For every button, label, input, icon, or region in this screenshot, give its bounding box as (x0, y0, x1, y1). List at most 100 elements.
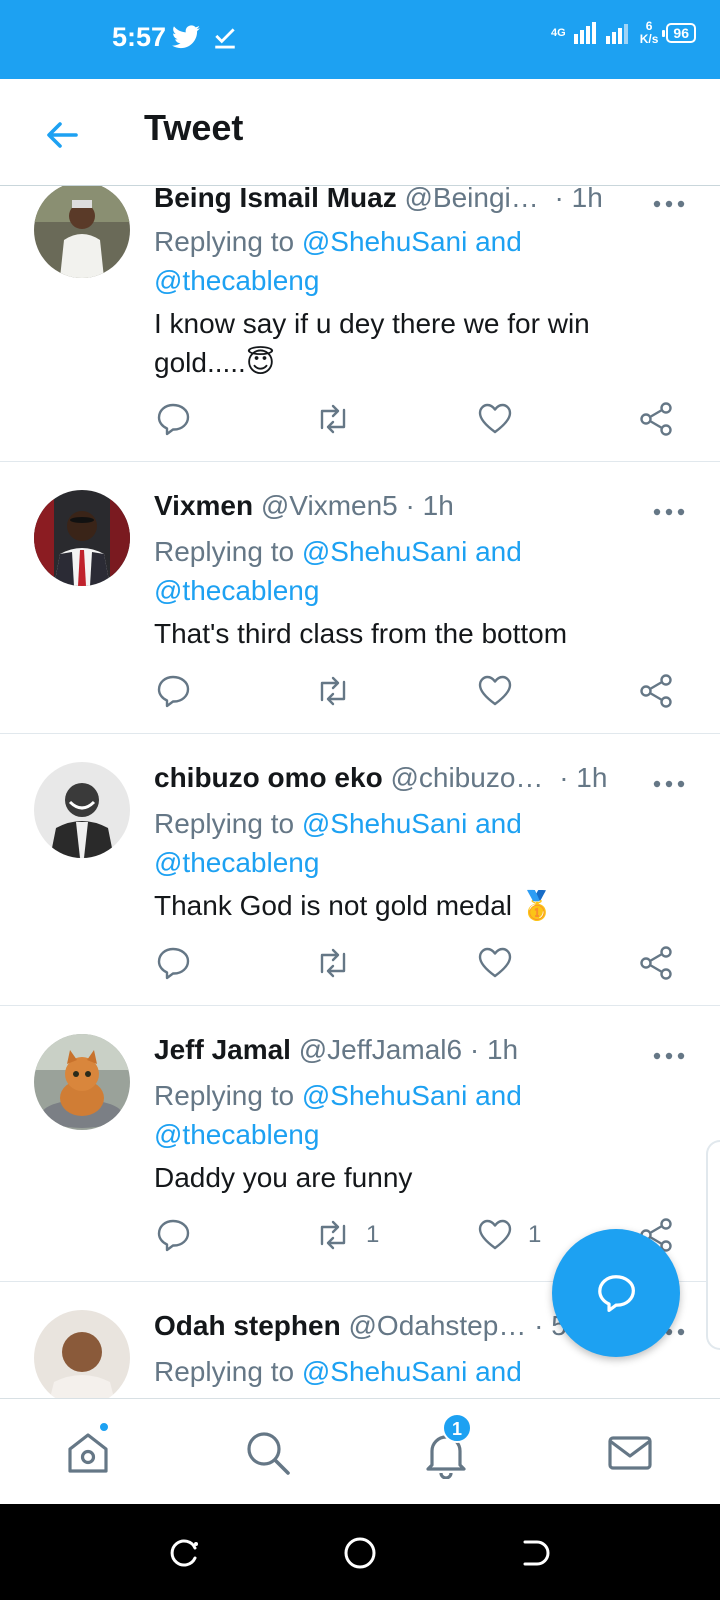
reply-button[interactable] (154, 400, 192, 438)
avatar[interactable] (34, 490, 130, 586)
download-done-icon (215, 28, 235, 49)
avatar[interactable] (34, 1310, 130, 1398)
compose-reply-icon (598, 1275, 635, 1312)
mention-link[interactable]: @thecableng (154, 265, 319, 296)
user-handle[interactable]: @Vixmen5 (261, 490, 398, 521)
share-button[interactable] (638, 400, 676, 438)
like-button[interactable]: 1 (476, 1216, 541, 1254)
twitter-bird-icon (172, 25, 200, 49)
tweet-actions (0, 672, 720, 716)
like-button[interactable] (476, 672, 514, 710)
retweet-count: 1 (366, 1221, 380, 1248)
display-name[interactable]: Vixmen (154, 490, 253, 521)
more-icon[interactable] (652, 194, 686, 214)
mention-link[interactable]: @ShehuSani and (302, 536, 522, 567)
like-button[interactable] (476, 400, 514, 438)
nav-notifications[interactable]: 1 (420, 1413, 472, 1480)
retweet-button[interactable] (314, 672, 352, 710)
share-icon (640, 674, 672, 708)
reply-icon (157, 1219, 190, 1252)
mention-link[interactable]: @ShehuSani and (302, 226, 522, 257)
search-icon (247, 1432, 290, 1475)
retweet-button[interactable] (314, 400, 352, 438)
display-name[interactable]: Jeff Jamal (154, 1034, 291, 1065)
like-icon (478, 1219, 512, 1250)
avatar[interactable] (34, 186, 130, 278)
tweet-item[interactable]: chibuzo omo eko @chibuzo… · 1h Replying … (0, 734, 720, 1006)
emoji: 🥇 (519, 890, 555, 921)
avatar[interactable] (34, 1034, 130, 1130)
user-handle[interactable]: @JeffJamal6 (299, 1034, 462, 1065)
mention-link[interactable]: @ShehuSani and (302, 1356, 522, 1387)
tweet-actions (0, 944, 720, 988)
more-icon[interactable] (652, 774, 686, 794)
display-name[interactable]: Being Ismail Muaz (154, 186, 397, 213)
share-icon (640, 402, 672, 436)
like-button[interactable] (476, 944, 514, 982)
messages-icon (608, 1436, 652, 1470)
notifications-badge: 1 (442, 1413, 472, 1443)
tweet-text: I know say if u dey there we for win gol… (154, 308, 590, 378)
reply-icon (157, 403, 190, 436)
nav-messages[interactable] (604, 1427, 656, 1479)
tweet-item[interactable]: Being Ismail Muaz @Beingi… · 1h Replying… (0, 186, 720, 462)
mention-link[interactable]: @thecableng (154, 847, 319, 878)
edge-panel-handle[interactable] (706, 1140, 720, 1350)
more-icon[interactable] (652, 502, 686, 522)
replying-to: Replying to @ShehuSani and @thecableng (154, 1080, 522, 1150)
status-time: 5:57 (112, 22, 167, 52)
tweet-time: · 1h (469, 1034, 519, 1065)
like-icon (478, 947, 512, 978)
reply-button[interactable] (154, 672, 192, 710)
retweet-button[interactable]: 1 (314, 1216, 379, 1254)
like-icon (478, 675, 512, 706)
tweet-item[interactable]: Vixmen @Vixmen5 · 1h Replying to @ShehuS… (0, 462, 720, 734)
replying-to: Replying to @ShehuSani and @thecableng (154, 808, 522, 878)
back-arrow-icon[interactable] (40, 113, 84, 157)
tweet-text: That's third class from the bottom (154, 618, 568, 649)
like-icon (478, 403, 512, 434)
status-bar: 5:57 4G 6 K/s 96 (0, 0, 720, 79)
user-handle[interactable]: @Odahstep… (348, 1310, 526, 1341)
replying-to: Replying to @ShehuSani and @thecableng (154, 536, 522, 606)
reply-button[interactable] (154, 1216, 192, 1254)
page-title: Tweet (144, 107, 244, 148)
recent-apps-icon[interactable] (165, 1534, 203, 1572)
mention-link[interactable]: @ShehuSani and (302, 1080, 522, 1111)
replying-to: Replying to @ShehuSani and @thecableng (154, 226, 522, 296)
avatar[interactable] (34, 762, 130, 858)
tweet-actions (0, 400, 720, 444)
app-header: Tweet (0, 79, 720, 186)
user-handle[interactable]: @Beingi… (405, 186, 539, 213)
reply-icon (157, 947, 190, 980)
display-name[interactable]: Odah stephen (154, 1310, 341, 1341)
more-icon[interactable] (652, 1046, 686, 1066)
system-navigation-bar (0, 1504, 720, 1600)
reply-feed[interactable]: Being Ismail Muaz @Beingi… · 1h Replying… (0, 186, 720, 1398)
signal-icon (573, 22, 628, 44)
mention-link[interactable]: @ShehuSani and (302, 808, 522, 839)
share-button[interactable] (638, 944, 676, 982)
emoji: 😇 (245, 347, 276, 378)
share-button[interactable] (638, 672, 676, 710)
home-system-icon[interactable] (341, 1534, 379, 1572)
nav-home[interactable] (62, 1421, 114, 1479)
tweet-time: · 1h (559, 762, 608, 793)
battery-indicator: 96 (662, 23, 696, 43)
user-handle[interactable]: @chibuzo… (390, 762, 543, 793)
back-system-icon[interactable] (517, 1534, 555, 1572)
tweet-text: Daddy you are funny (154, 1162, 413, 1193)
tweet-time: · 1h (405, 490, 454, 521)
like-count: 1 (528, 1221, 542, 1248)
nav-search[interactable] (242, 1427, 294, 1479)
compose-reply-button[interactable] (552, 1229, 680, 1357)
mention-link[interactable]: @thecableng (154, 1119, 319, 1150)
retweet-button[interactable] (314, 944, 352, 982)
tweet-text: Thank God is not gold medal 🥇 (154, 890, 555, 921)
replying-to: Replying to @ShehuSani and (154, 1356, 522, 1387)
mention-link[interactable]: @thecableng (154, 575, 319, 606)
bottom-navigation: 1 (0, 1398, 720, 1504)
reply-button[interactable] (154, 944, 192, 982)
speed-unit: K/s (639, 32, 659, 46)
display-name[interactable]: chibuzo omo eko (154, 762, 383, 793)
